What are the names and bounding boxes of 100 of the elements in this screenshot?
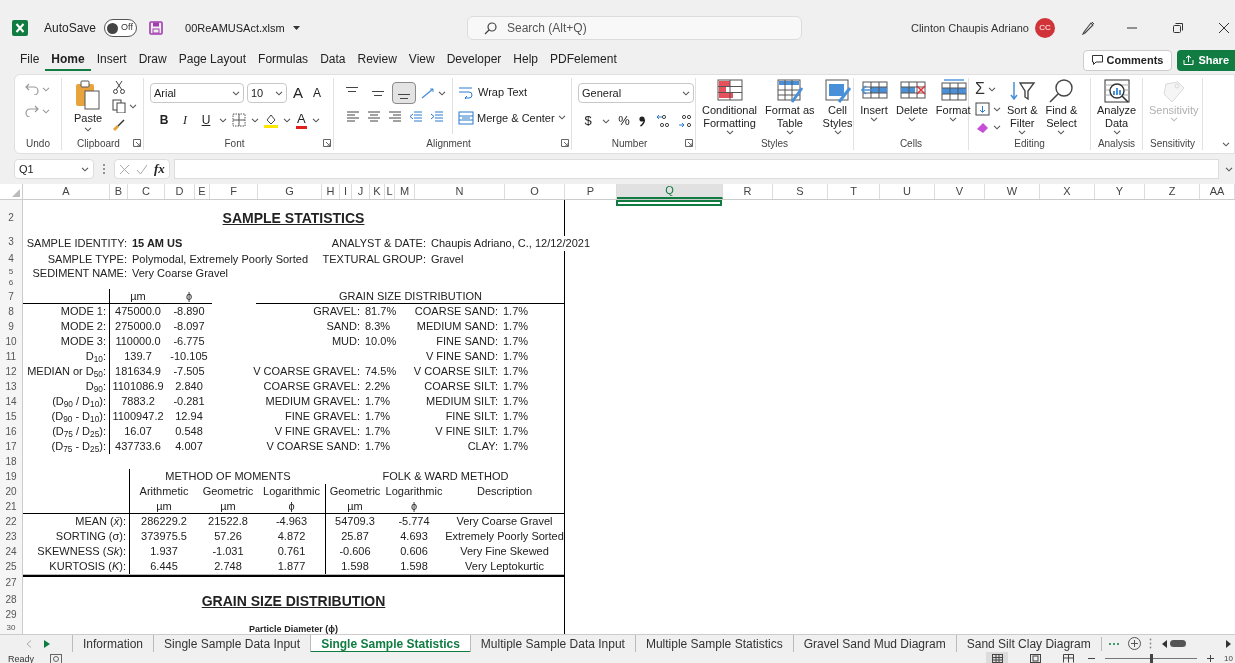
decrease-indent-icon[interactable] (409, 110, 423, 123)
column-header[interactable]: U (880, 184, 935, 199)
name-box[interactable]: Q1 (14, 159, 94, 179)
row-header[interactable]: 7 (8, 291, 14, 302)
column-header[interactable]: S (773, 184, 828, 199)
menu-tab[interactable]: Help (507, 49, 545, 71)
scissors-icon[interactable] (112, 80, 127, 94)
row-header[interactable]: 9 (8, 321, 14, 332)
more-sheets-icon[interactable] (1107, 641, 1120, 646)
font-size-field[interactable]: 10 (247, 83, 287, 103)
copy-icon[interactable] (112, 99, 127, 113)
column-header[interactable]: N (415, 184, 505, 199)
row-header[interactable]: 17 (5, 441, 17, 452)
row-header[interactable]: 20 (5, 486, 17, 497)
column-header[interactable]: K (370, 184, 385, 199)
increase-indent-icon[interactable] (430, 110, 444, 123)
column-header[interactable]: I (340, 184, 352, 199)
zoom-thumb[interactable] (1150, 654, 1154, 663)
check-icon[interactable] (136, 163, 148, 175)
merge-center-button[interactable]: Merge & Center (458, 109, 566, 126)
column-header[interactable]: R (723, 184, 773, 199)
row-header[interactable]: 13 (5, 381, 17, 392)
column-header[interactable]: E (195, 184, 210, 199)
align-button[interactable] (392, 82, 416, 104)
menu-tab[interactable]: File (14, 49, 46, 71)
column-header[interactable]: H (322, 184, 340, 199)
increase-decimal-icon[interactable] (656, 114, 672, 128)
menu-tab[interactable]: Page Layout (172, 49, 253, 71)
eraser-icon[interactable] (975, 120, 990, 134)
menu-tab[interactable]: Formulas (252, 49, 315, 71)
normal-view-button[interactable] (986, 652, 1009, 663)
scroll-thumb[interactable] (1169, 640, 1186, 647)
menu-tab[interactable]: Insert (90, 49, 133, 71)
row-header[interactable]: 10 (5, 336, 17, 347)
row-header[interactable]: 2 (8, 213, 14, 223)
text-orientation-icon[interactable] (420, 86, 436, 100)
column-header[interactable]: V (935, 184, 985, 199)
row-header[interactable]: 23 (5, 531, 17, 542)
dialog-launcher-icon[interactable] (685, 139, 693, 147)
ribbon-button[interactable]: Sort & Filter (1005, 78, 1040, 135)
currency-button[interactable]: $ (580, 111, 596, 131)
zoom-level[interactable]: 10 (1224, 654, 1233, 663)
grow-font-button[interactable]: A (290, 83, 306, 103)
pen-icon[interactable] (1081, 21, 1095, 35)
decrease-decimal-icon[interactable] (678, 114, 694, 128)
menu-tab[interactable]: Home (45, 49, 91, 71)
avatar[interactable]: CC (1035, 18, 1055, 38)
redo-icon[interactable] (25, 105, 39, 117)
zoom-out-icon[interactable] (1088, 655, 1096, 662)
close-icon[interactable] (1219, 23, 1229, 33)
underline-button[interactable]: U (198, 110, 214, 130)
column-header[interactable]: Q (617, 184, 723, 199)
menu-tab[interactable]: Review (351, 49, 403, 71)
column-header[interactable]: L (385, 184, 395, 199)
zoom-slider[interactable] (1105, 654, 1198, 663)
column-header[interactable]: A (23, 184, 110, 199)
font-color-button[interactable]: A (296, 111, 307, 129)
shrink-font-button[interactable]: A (309, 83, 325, 103)
search-field[interactable]: Search (Alt+Q) (507, 19, 707, 37)
column-header[interactable]: X (1040, 184, 1095, 199)
ribbon-button[interactable]: Format as Table (763, 78, 817, 135)
comma-style-icon[interactable] (638, 115, 646, 127)
dialog-launcher-icon[interactable] (323, 139, 331, 147)
autosave-toggle[interactable]: Off (104, 19, 138, 37)
align-right-icon[interactable] (388, 110, 402, 123)
ribbon-button[interactable]: Conditional Formatting (700, 78, 760, 135)
wrap-text-button[interactable]: Wrap Text (458, 84, 566, 101)
accessibility-icon[interactable] (50, 653, 62, 663)
row-header[interactable]: 18 (5, 456, 17, 467)
row-header[interactable]: 29 (5, 610, 17, 620)
row-header[interactable]: 8 (8, 306, 14, 317)
ribbon-button[interactable]: Cell Styles (820, 78, 855, 135)
percent-button[interactable]: % (616, 111, 632, 131)
font-name-field[interactable]: Arial (150, 83, 244, 103)
row-header[interactable]: 27 (5, 578, 17, 588)
row-header[interactable]: 12 (5, 366, 17, 377)
add-sheet-icon[interactable] (1127, 637, 1141, 650)
ribbon-button[interactable]: Format (933, 78, 973, 122)
scroll-left-icon[interactable] (1161, 639, 1167, 648)
row-header[interactable]: 11 (5, 351, 17, 362)
file-name[interactable]: 00ReAMUSAct.xlsm (185, 19, 285, 37)
row-header[interactable]: 3 (8, 236, 14, 247)
column-header[interactable]: W (985, 184, 1040, 199)
row-header[interactable]: 30 (6, 624, 16, 632)
share-button[interactable]: Share (1177, 49, 1235, 71)
row-header[interactable]: 16 (5, 426, 17, 437)
menu-tab[interactable]: Draw (132, 49, 173, 71)
search-box[interactable]: Search (Alt+Q) (467, 16, 802, 40)
column-header[interactable]: O (505, 184, 565, 199)
page-layout-icon[interactable] (1030, 654, 1042, 663)
formula-input[interactable] (173, 159, 1219, 179)
fill-color-icon[interactable] (264, 112, 278, 128)
undo-icon[interactable] (25, 83, 39, 95)
column-header[interactable]: T (828, 184, 880, 199)
row-header[interactable]: 24 (5, 546, 17, 557)
page-break-icon[interactable] (1063, 654, 1075, 663)
column-header[interactable]: F (210, 184, 258, 199)
number-format-field[interactable]: General (578, 83, 694, 103)
menu-tab[interactable]: Developer (440, 49, 508, 71)
dialog-launcher-icon[interactable] (133, 139, 141, 147)
